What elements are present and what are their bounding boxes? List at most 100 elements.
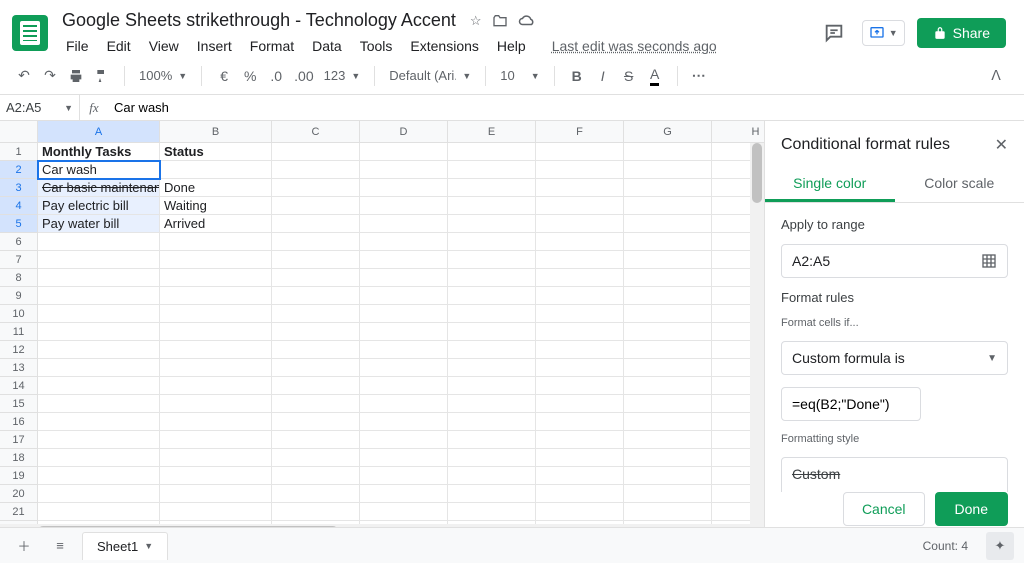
- currency-euro-icon[interactable]: €: [212, 63, 236, 89]
- cell-G21[interactable]: [624, 503, 712, 521]
- bold-icon[interactable]: B: [565, 63, 589, 89]
- cell-C4[interactable]: [272, 197, 360, 215]
- cell-B5[interactable]: Arrived: [160, 215, 272, 233]
- cell-E8[interactable]: [448, 269, 536, 287]
- cell-D3[interactable]: [360, 179, 448, 197]
- cell-E12[interactable]: [448, 341, 536, 359]
- explore-icon[interactable]: ✦: [986, 532, 1014, 560]
- cell-B12[interactable]: [160, 341, 272, 359]
- cell-C2[interactable]: [272, 161, 360, 179]
- cell-D9[interactable]: [360, 287, 448, 305]
- cell-B17[interactable]: [160, 431, 272, 449]
- row-header-14[interactable]: 14: [0, 377, 38, 395]
- cell-A14[interactable]: [38, 377, 160, 395]
- cell-C6[interactable]: [272, 233, 360, 251]
- cell-D11[interactable]: [360, 323, 448, 341]
- cell-C12[interactable]: [272, 341, 360, 359]
- cell-E7[interactable]: [448, 251, 536, 269]
- cell-B10[interactable]: [160, 305, 272, 323]
- cell-G18[interactable]: [624, 449, 712, 467]
- cell-G5[interactable]: [624, 215, 712, 233]
- menu-extensions[interactable]: Extensions: [402, 35, 486, 57]
- cell-D6[interactable]: [360, 233, 448, 251]
- cell-A3[interactable]: Car basic maintenance: [38, 179, 160, 197]
- menu-insert[interactable]: Insert: [189, 35, 240, 57]
- cell-B7[interactable]: [160, 251, 272, 269]
- last-edit-link[interactable]: Last edit was seconds ago: [544, 35, 725, 57]
- cell-B1[interactable]: Status: [160, 143, 272, 161]
- cell-G15[interactable]: [624, 395, 712, 413]
- cell-C19[interactable]: [272, 467, 360, 485]
- cell-G1[interactable]: [624, 143, 712, 161]
- cell-E9[interactable]: [448, 287, 536, 305]
- cell-A2[interactable]: Car wash: [38, 161, 160, 179]
- row-header-11[interactable]: 11: [0, 323, 38, 341]
- cell-F1[interactable]: [536, 143, 624, 161]
- vertical-scrollbar[interactable]: [750, 143, 764, 538]
- cell-C15[interactable]: [272, 395, 360, 413]
- menu-help[interactable]: Help: [489, 35, 534, 57]
- cell-A15[interactable]: [38, 395, 160, 413]
- font-select[interactable]: Default (Ari...▼: [385, 66, 475, 85]
- undo-icon[interactable]: ↶: [12, 63, 36, 89]
- decrease-decimal-icon[interactable]: .0: [264, 63, 288, 89]
- cell-E16[interactable]: [448, 413, 536, 431]
- cell-A19[interactable]: [38, 467, 160, 485]
- row-header-4[interactable]: 4: [0, 197, 38, 215]
- cell-C3[interactable]: [272, 179, 360, 197]
- cell-D20[interactable]: [360, 485, 448, 503]
- text-color-icon[interactable]: A: [643, 63, 667, 89]
- cell-B15[interactable]: [160, 395, 272, 413]
- column-header-C[interactable]: C: [272, 121, 360, 143]
- custom-formula-input[interactable]: [781, 387, 921, 421]
- cell-D8[interactable]: [360, 269, 448, 287]
- cell-A10[interactable]: [38, 305, 160, 323]
- cell-A17[interactable]: [38, 431, 160, 449]
- cell-E19[interactable]: [448, 467, 536, 485]
- paint-format-icon[interactable]: [90, 63, 114, 89]
- cell-G14[interactable]: [624, 377, 712, 395]
- cell-F13[interactable]: [536, 359, 624, 377]
- cell-E17[interactable]: [448, 431, 536, 449]
- row-header-20[interactable]: 20: [0, 485, 38, 503]
- cell-B9[interactable]: [160, 287, 272, 305]
- cell-D12[interactable]: [360, 341, 448, 359]
- cell-C8[interactable]: [272, 269, 360, 287]
- cell-C21[interactable]: [272, 503, 360, 521]
- cell-G20[interactable]: [624, 485, 712, 503]
- cell-B8[interactable]: [160, 269, 272, 287]
- add-sheet-icon[interactable]: ＋: [10, 532, 38, 560]
- cell-E13[interactable]: [448, 359, 536, 377]
- menu-tools[interactable]: Tools: [352, 35, 401, 57]
- cell-G3[interactable]: [624, 179, 712, 197]
- cell-G4[interactable]: [624, 197, 712, 215]
- cell-C13[interactable]: [272, 359, 360, 377]
- cell-A11[interactable]: [38, 323, 160, 341]
- cell-B2[interactable]: [160, 161, 272, 179]
- cloud-status-icon[interactable]: [518, 13, 536, 29]
- cell-A7[interactable]: [38, 251, 160, 269]
- cell-D2[interactable]: [360, 161, 448, 179]
- cell-A9[interactable]: [38, 287, 160, 305]
- cell-F4[interactable]: [536, 197, 624, 215]
- cell-A18[interactable]: [38, 449, 160, 467]
- row-header-15[interactable]: 15: [0, 395, 38, 413]
- row-header-21[interactable]: 21: [0, 503, 38, 521]
- cell-B13[interactable]: [160, 359, 272, 377]
- cell-C5[interactable]: [272, 215, 360, 233]
- cell-D16[interactable]: [360, 413, 448, 431]
- cell-D14[interactable]: [360, 377, 448, 395]
- cell-D21[interactable]: [360, 503, 448, 521]
- cell-G17[interactable]: [624, 431, 712, 449]
- cell-C9[interactable]: [272, 287, 360, 305]
- cell-E15[interactable]: [448, 395, 536, 413]
- cell-E18[interactable]: [448, 449, 536, 467]
- cell-F21[interactable]: [536, 503, 624, 521]
- cell-C11[interactable]: [272, 323, 360, 341]
- more-toolbar-icon[interactable]: ⋯: [688, 63, 712, 89]
- cell-F2[interactable]: [536, 161, 624, 179]
- tab-color-scale[interactable]: Color scale: [895, 165, 1024, 202]
- more-formats-select[interactable]: 123▼: [320, 66, 365, 85]
- cell-D17[interactable]: [360, 431, 448, 449]
- cell-E1[interactable]: [448, 143, 536, 161]
